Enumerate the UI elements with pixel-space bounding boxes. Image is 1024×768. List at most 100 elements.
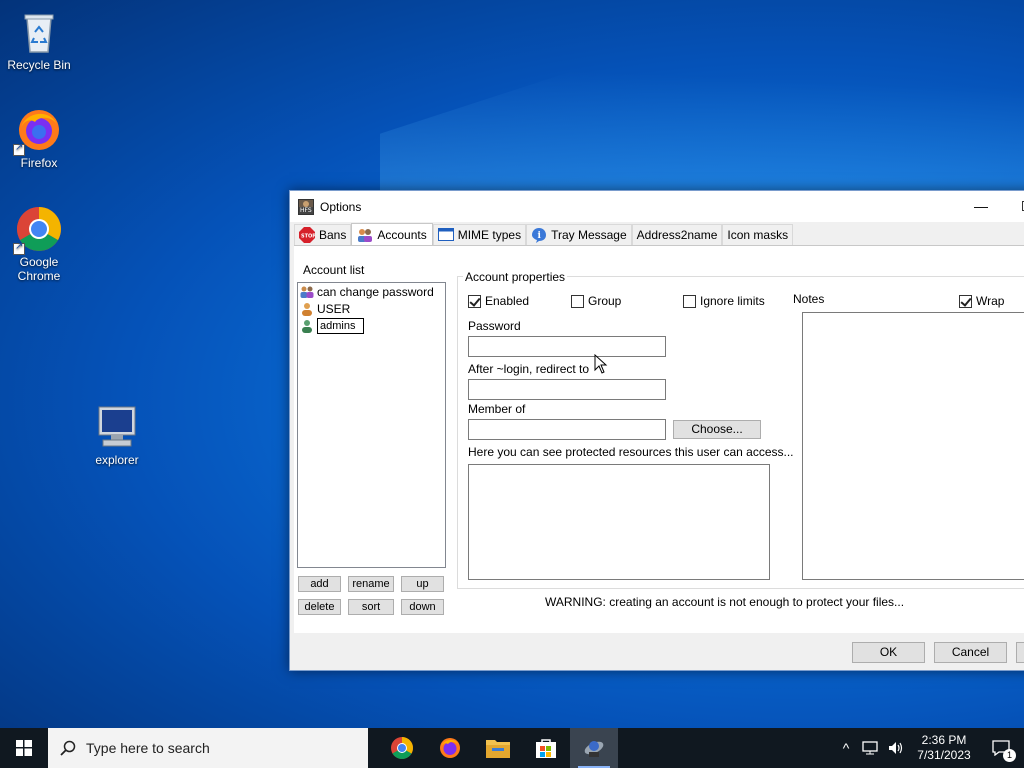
- group-checkbox[interactable]: Group: [571, 294, 621, 308]
- enabled-checkbox[interactable]: Enabled: [468, 294, 529, 308]
- chrome-icon: [13, 205, 63, 255]
- tab-address2name[interactable]: Address2name: [631, 224, 723, 245]
- svg-text:HFS: HFS: [300, 207, 312, 214]
- member-of-field[interactable]: [468, 419, 666, 440]
- info-icon: i: [531, 227, 547, 243]
- taskbar-hfs[interactable]: [570, 728, 618, 768]
- move-up-button[interactable]: up: [401, 576, 444, 592]
- system-tray: ^ 2:36 PM 7/31/2023 1: [834, 728, 1024, 768]
- checkbox-box: [959, 294, 972, 308]
- svg-text:i: i: [538, 231, 542, 241]
- tab-tray-message[interactable]: i Tray Message: [526, 224, 632, 245]
- taskbar-store[interactable]: [522, 728, 570, 768]
- list-item[interactable]: admins: [298, 317, 445, 334]
- notification-badge: 1: [1003, 749, 1016, 762]
- account-name: USER: [317, 301, 351, 316]
- taskbar-chrome[interactable]: [378, 728, 426, 768]
- account-list-label: Account list: [303, 263, 365, 277]
- tab-mime-types[interactable]: MIME types: [432, 224, 527, 245]
- checkbox-box: [571, 294, 584, 308]
- password-field[interactable]: [468, 336, 666, 357]
- taskbar-file-explorer[interactable]: [474, 728, 522, 768]
- firefox-icon: [13, 106, 63, 156]
- wrap-checkbox[interactable]: Wrap: [959, 294, 1004, 308]
- network-icon[interactable]: [862, 741, 878, 755]
- notes-label: Notes: [793, 292, 825, 306]
- account-properties-label: Account properties: [463, 270, 568, 284]
- store-icon: [536, 739, 556, 758]
- resources-tree[interactable]: [468, 464, 770, 580]
- list-item[interactable]: USER: [298, 300, 445, 317]
- accounts-page: Account list can change password USER ad…: [294, 245, 1024, 633]
- choose-button[interactable]: Choose...: [673, 420, 761, 439]
- tab-accounts[interactable]: Accounts: [351, 223, 433, 246]
- hfs-app-icon: HFS: [298, 198, 314, 215]
- ok-button[interactable]: OK: [852, 642, 925, 663]
- apply-button[interactable]: [1016, 642, 1024, 663]
- redirect-label: After ~login, redirect to: [468, 362, 590, 376]
- window-icon: [437, 227, 454, 243]
- notifications-button[interactable]: 1: [978, 728, 1024, 768]
- warning-text: WARNING: creating an account is not enou…: [545, 595, 905, 609]
- delete-account-button[interactable]: delete: [298, 599, 341, 615]
- desktop-icon-firefox[interactable]: Firefox: [3, 106, 75, 170]
- windows-logo-icon: [16, 740, 32, 756]
- ignore-limits-checkbox[interactable]: Ignore limits: [683, 294, 765, 308]
- show-hidden-icons-chevron-up-icon[interactable]: ^: [834, 740, 858, 756]
- hfs-app-icon: [584, 741, 604, 757]
- options-window: HFS Options — STOP Bans Accounts MIME ty…: [289, 190, 1024, 671]
- volume-icon[interactable]: [888, 741, 904, 755]
- mouse-cursor-icon: [594, 354, 608, 374]
- clock-time: 2:36 PM: [921, 733, 967, 747]
- stop-icon: STOP: [299, 227, 316, 243]
- notes-textarea[interactable]: [802, 312, 1024, 580]
- account-name: can change password: [317, 284, 434, 299]
- account-list[interactable]: can change password USER admins: [297, 282, 446, 568]
- desktop-icon-label: Recycle Bin: [7, 58, 71, 72]
- chrome-icon: [391, 737, 413, 759]
- tab-label: Icon masks: [727, 228, 789, 242]
- checkbox-label: Enabled: [485, 294, 530, 308]
- checkbox-label: Wrap: [976, 294, 1005, 308]
- recycle-bin-icon: [15, 8, 63, 56]
- taskbar: Type here to search ^ 2:36 PM 7/31/2023 …: [0, 728, 1024, 768]
- sort-accounts-button[interactable]: sort: [348, 599, 394, 615]
- window-titlebar[interactable]: HFS Options —: [290, 191, 1024, 222]
- tab-icon-masks[interactable]: Icon masks: [722, 224, 794, 245]
- cancel-button[interactable]: Cancel: [934, 642, 1007, 663]
- desktop-icon-chrome[interactable]: Google Chrome: [3, 205, 75, 283]
- maximize-button[interactable]: [1004, 191, 1024, 221]
- tab-label: Bans: [319, 228, 347, 242]
- list-item[interactable]: can change password: [298, 283, 445, 300]
- clock[interactable]: 2:36 PM 7/31/2023: [910, 733, 978, 763]
- desktop-icon-label: Firefox: [20, 156, 58, 170]
- clock-date: 7/31/2023: [917, 748, 971, 762]
- tab-bans[interactable]: STOP Bans: [294, 224, 352, 245]
- shortcut-arrow-icon: [13, 142, 25, 156]
- tab-label: Accounts: [377, 228, 427, 242]
- group-icon: [300, 285, 314, 299]
- start-button[interactable]: [0, 728, 48, 768]
- user-icon: [300, 302, 314, 316]
- taskbar-search-box[interactable]: Type here to search: [48, 728, 368, 768]
- user-icon: [300, 319, 314, 333]
- account-rename-editor[interactable]: admins: [317, 317, 364, 334]
- window-title: Options: [320, 199, 362, 214]
- svg-text:STOP: STOP: [301, 234, 315, 240]
- member-of-label: Member of: [468, 402, 526, 416]
- tab-label: Tray Message: [551, 228, 627, 242]
- firefox-icon: [440, 738, 460, 758]
- desktop-icon-recycle-bin[interactable]: Recycle Bin: [3, 8, 75, 72]
- password-label: Password: [468, 319, 521, 333]
- desktop-icon-explorer[interactable]: explorer: [81, 403, 153, 467]
- redirect-field[interactable]: [468, 379, 666, 400]
- tab-label: MIME types: [457, 228, 522, 242]
- move-down-button[interactable]: down: [401, 599, 444, 615]
- add-account-button[interactable]: add: [298, 576, 341, 592]
- rename-account-button[interactable]: rename: [348, 576, 394, 592]
- resources-label: Here you can see protected resources thi…: [468, 445, 794, 459]
- taskbar-firefox[interactable]: [426, 728, 474, 768]
- shortcut-arrow-icon: [13, 241, 25, 255]
- minimize-button[interactable]: —: [958, 191, 1004, 221]
- checkbox-box: [683, 294, 696, 308]
